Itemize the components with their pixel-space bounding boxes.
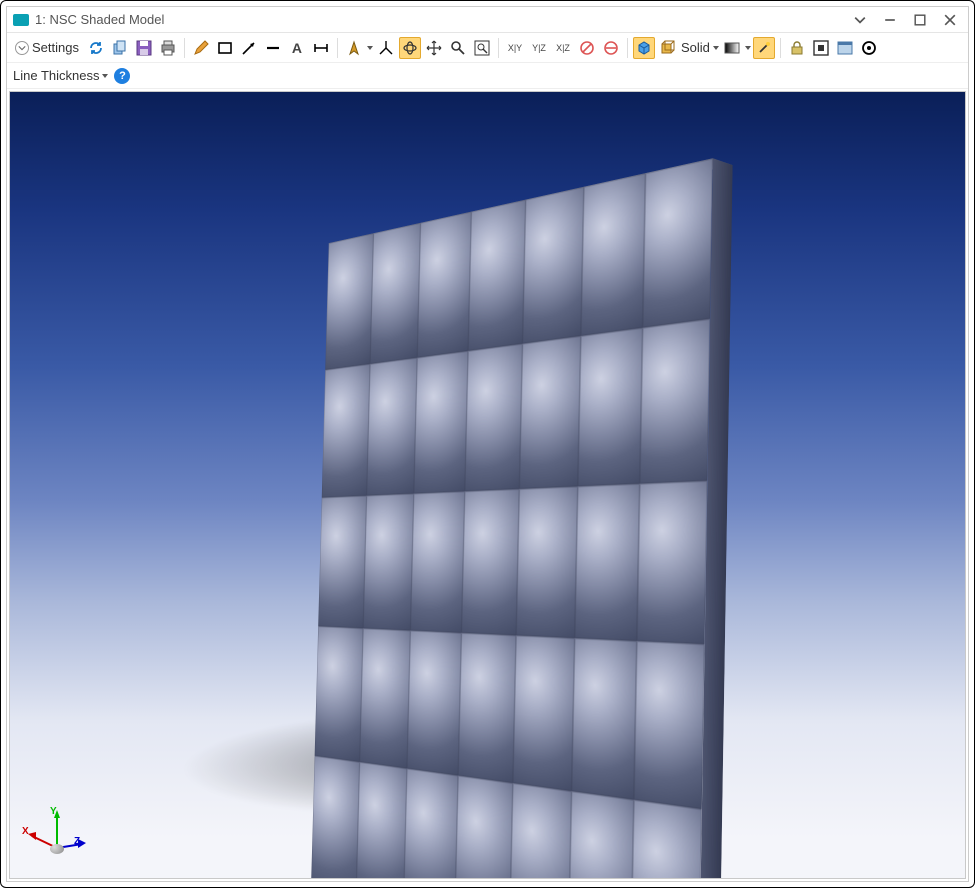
fit-view-icon[interactable]	[810, 37, 832, 59]
lens-cell	[571, 638, 637, 800]
app-icon	[13, 14, 29, 26]
yz-plane-button[interactable]: Y|Z	[528, 37, 550, 59]
y-axis-label: Y	[50, 806, 57, 817]
caret-icon[interactable]	[745, 46, 751, 50]
model-container	[225, 202, 755, 879]
lens-cell	[468, 200, 525, 351]
pencil-icon[interactable]	[190, 37, 212, 59]
model-front-face	[311, 158, 713, 879]
shaded-model	[311, 158, 713, 879]
lens-cell	[404, 769, 458, 879]
lens-cell	[462, 489, 520, 635]
lens-cell	[643, 158, 713, 327]
lens-cell	[516, 486, 577, 638]
lens-cell	[322, 364, 370, 498]
lens-cell	[574, 484, 640, 641]
zoom-icon[interactable]	[447, 37, 469, 59]
close-button[interactable]	[940, 10, 960, 30]
lens-cell	[315, 626, 363, 762]
caret-icon	[713, 46, 719, 50]
lens-cell	[318, 496, 366, 629]
app-window: 1: NSC Shaded Model Settings A	[6, 6, 969, 882]
lens-cell	[363, 494, 414, 631]
text-icon[interactable]: A	[286, 37, 308, 59]
save-icon[interactable]	[133, 37, 155, 59]
no-entry2-icon[interactable]	[600, 37, 622, 59]
lens-cell	[637, 481, 707, 644]
settings-label: Settings	[32, 40, 79, 55]
solid-dropdown[interactable]: Solid	[681, 40, 719, 55]
lens-cell	[640, 319, 710, 484]
lens-cell	[631, 800, 702, 879]
move-icon[interactable]	[423, 37, 445, 59]
cube-wire-icon[interactable]	[657, 37, 679, 59]
x-axis-label: X	[22, 826, 29, 837]
dimension-icon[interactable]	[310, 37, 332, 59]
caret-icon	[102, 74, 108, 78]
line-thickness-dropdown[interactable]: Line Thickness	[13, 68, 108, 83]
arrow-icon[interactable]	[238, 37, 260, 59]
lens-cell	[513, 635, 575, 791]
xz-plane-button[interactable]: X|Z	[552, 37, 574, 59]
no-entry-icon[interactable]	[576, 37, 598, 59]
maximize-button[interactable]	[910, 10, 930, 30]
lens-cell	[455, 776, 513, 879]
lens-cell	[510, 783, 572, 879]
separator	[780, 38, 781, 58]
caret-icon[interactable]	[367, 46, 373, 50]
axis-origin	[50, 844, 64, 854]
lens-cell	[519, 336, 580, 489]
chevron-down-icon	[15, 41, 29, 55]
lens-cell	[325, 233, 373, 370]
axis-tripod-icon[interactable]	[375, 37, 397, 59]
window-icon[interactable]	[834, 37, 856, 59]
rectangle-icon[interactable]	[214, 37, 236, 59]
minimize-button[interactable]	[880, 10, 900, 30]
lens-cell	[581, 173, 646, 336]
lens-cell	[411, 491, 465, 633]
lens-cell	[465, 344, 523, 492]
separator	[498, 38, 499, 58]
lens-cell	[356, 762, 407, 879]
lens-cell	[522, 187, 583, 344]
lens-cell	[577, 328, 642, 487]
lens-cell	[407, 631, 461, 776]
lens-cell	[414, 351, 468, 494]
window-title: 1: NSC Shaded Model	[35, 12, 850, 27]
separator	[627, 38, 628, 58]
window-controls	[850, 10, 962, 30]
help-icon[interactable]: ?	[114, 68, 130, 84]
lens-cell	[568, 791, 634, 879]
xy-plane-button[interactable]: X|Y	[504, 37, 526, 59]
print-icon[interactable]	[157, 37, 179, 59]
gradient-icon[interactable]	[721, 37, 743, 59]
lens-cell	[366, 358, 417, 496]
z-axis-label: Z	[74, 836, 80, 847]
cube-shaded-icon[interactable]	[633, 37, 655, 59]
axis-triad: Y X Z	[22, 808, 92, 868]
lens-cell	[458, 633, 516, 783]
settings-dropdown[interactable]: Settings	[11, 38, 83, 57]
rotate-3d-icon[interactable]	[399, 37, 421, 59]
dropdown-button[interactable]	[850, 10, 870, 30]
refresh-icon[interactable]	[85, 37, 107, 59]
copy-icon[interactable]	[109, 37, 131, 59]
lock-icon[interactable]	[786, 37, 808, 59]
lens-cell	[634, 641, 705, 809]
separator	[337, 38, 338, 58]
3d-viewport[interactable]: Y X Z	[9, 91, 966, 879]
separator	[184, 38, 185, 58]
lens-cell	[370, 223, 421, 364]
wand-icon[interactable]	[753, 37, 775, 59]
line-icon[interactable]	[262, 37, 284, 59]
title-bar: 1: NSC Shaded Model	[7, 7, 968, 33]
lens-cell	[418, 212, 472, 358]
secondary-toolbar: Line Thickness ?	[7, 63, 968, 89]
lens-cell	[359, 628, 410, 768]
lens-cell	[311, 756, 359, 879]
main-toolbar: Settings A X|Y Y|Z X|Z Solid	[7, 33, 968, 63]
target-icon[interactable]	[858, 37, 880, 59]
compass-icon[interactable]	[343, 37, 365, 59]
region-zoom-icon[interactable]	[471, 37, 493, 59]
